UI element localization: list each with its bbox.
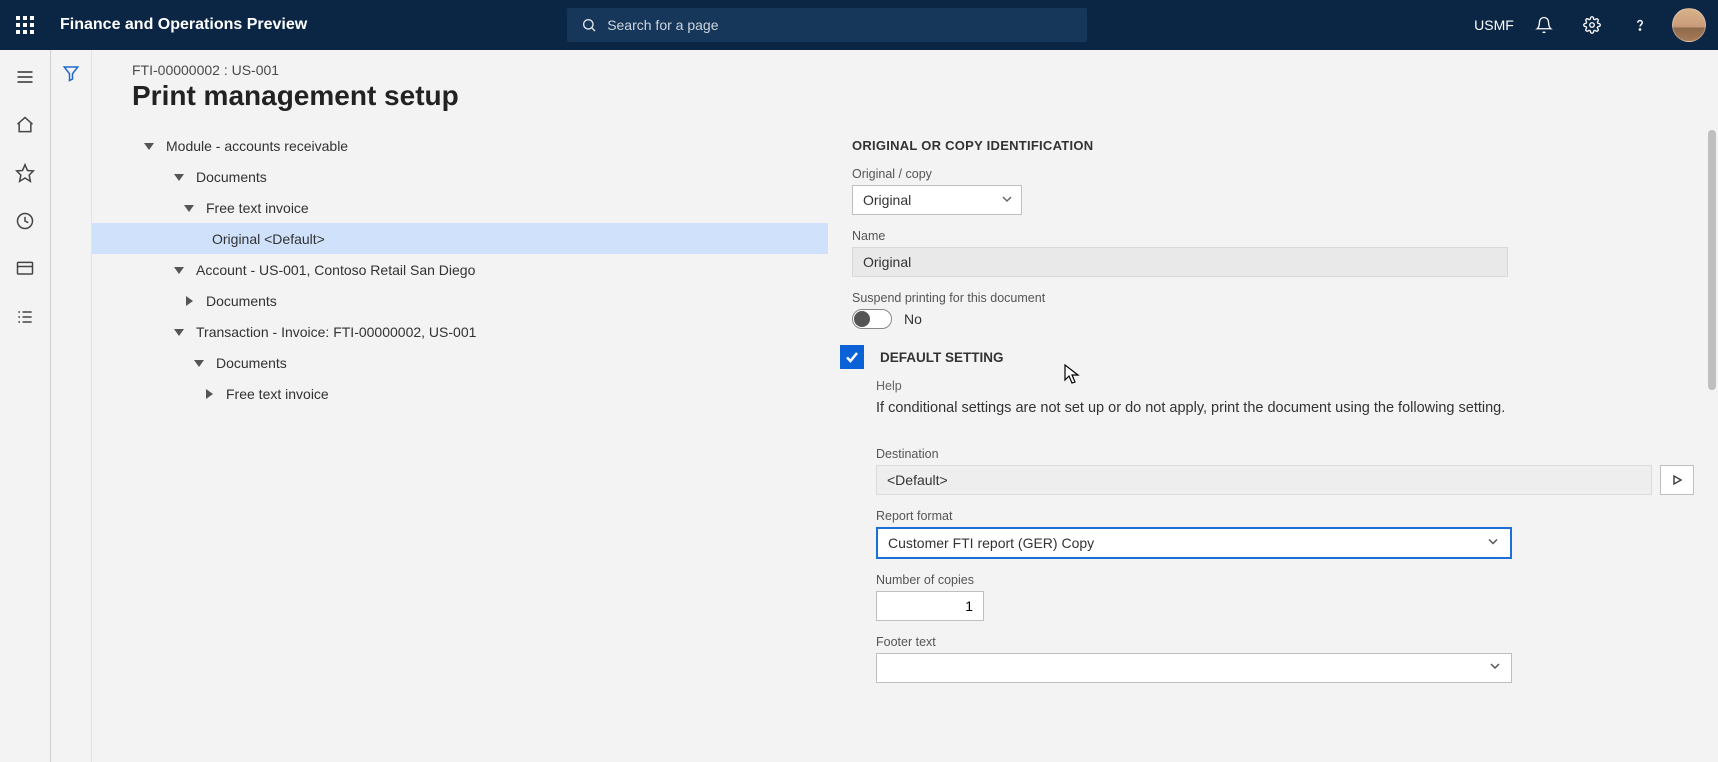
- tree-label: Documents: [206, 293, 277, 309]
- original-copy-label: Original / copy: [852, 167, 1694, 181]
- tree-node-module[interactable]: Module - accounts receivable: [92, 130, 828, 161]
- footer-label: Footer text: [876, 635, 1694, 649]
- suspend-toggle[interactable]: [852, 309, 892, 329]
- tree-label: Transaction - Invoice: FTI-00000002, US-…: [196, 324, 476, 340]
- company-selector[interactable]: USMF: [1472, 0, 1520, 50]
- tree-node-transaction-documents[interactable]: Documents: [92, 347, 828, 378]
- tree-view: Module - accounts receivable Documents F…: [92, 120, 828, 762]
- breadcrumb: FTI-00000002 : US-001: [132, 62, 1718, 78]
- destination-configure-button[interactable]: [1660, 465, 1694, 495]
- form-panel: ORIGINAL OR COPY IDENTIFICATION Original…: [828, 120, 1718, 762]
- chevron-down-icon: [1489, 659, 1501, 677]
- user-avatar[interactable]: [1672, 8, 1706, 42]
- caret-down-icon: [172, 327, 186, 337]
- search-box[interactable]: [567, 8, 1087, 42]
- clock-icon: [15, 211, 35, 231]
- hamburger-icon: [15, 67, 35, 87]
- help-label: Help: [876, 379, 1694, 393]
- caret-down-icon: [182, 203, 196, 213]
- caret-down-icon: [172, 172, 186, 182]
- original-copy-value: Original: [863, 192, 911, 208]
- help-text: If conditional settings are not set up o…: [876, 399, 1694, 419]
- tree-node-transaction-free-text-invoice[interactable]: Free text invoice: [92, 378, 828, 409]
- filter-pane-toggle[interactable]: [50, 50, 92, 762]
- report-format-select[interactable]: Customer FTI report (GER) Copy: [876, 527, 1512, 559]
- tree-node-account[interactable]: Account - US-001, Contoso Retail San Die…: [92, 254, 828, 285]
- search-input[interactable]: [607, 17, 1073, 33]
- chevron-down-icon: [1001, 192, 1013, 208]
- app-launcher-button[interactable]: [0, 0, 50, 50]
- tree-node-documents[interactable]: Documents: [92, 161, 828, 192]
- destination-label: Destination: [876, 447, 1694, 461]
- caret-down-icon: [192, 358, 206, 368]
- tree-label: Free text invoice: [206, 200, 309, 216]
- star-icon: [15, 163, 35, 183]
- tree-label: Documents: [196, 169, 267, 185]
- report-format-value: Customer FTI report (GER) Copy: [888, 535, 1094, 551]
- home-icon: [15, 115, 35, 135]
- nav-favorites-button[interactable]: [14, 162, 36, 184]
- name-label: Name: [852, 229, 1694, 243]
- nav-menu-button[interactable]: [14, 66, 36, 88]
- caret-down-icon: [142, 141, 156, 151]
- nav-recent-button[interactable]: [14, 210, 36, 232]
- caret-right-icon: [182, 296, 196, 306]
- tree-label: Module - accounts receivable: [166, 138, 348, 154]
- caret-down-icon: [172, 265, 186, 275]
- play-icon: [1671, 474, 1683, 486]
- suspend-value: No: [904, 311, 922, 327]
- nav-rail: [0, 50, 50, 762]
- check-icon: [844, 349, 860, 365]
- tree-node-account-documents[interactable]: Documents: [92, 285, 828, 316]
- nav-workspaces-button[interactable]: [14, 258, 36, 280]
- default-setting-title: DEFAULT SETTING: [880, 350, 1004, 365]
- tree-node-original-default[interactable]: Original <Default>: [92, 223, 828, 254]
- default-setting-checkbox[interactable]: [840, 345, 864, 369]
- copies-label: Number of copies: [876, 573, 1694, 587]
- nav-modules-button[interactable]: [14, 306, 36, 328]
- suspend-label: Suspend printing for this document: [852, 291, 1694, 305]
- app-title: Finance and Operations Preview: [60, 16, 307, 34]
- tree-label: Documents: [216, 355, 287, 371]
- gear-icon: [1583, 16, 1601, 34]
- section-original-copy-title: ORIGINAL OR COPY IDENTIFICATION: [852, 138, 1694, 153]
- bell-icon: [1535, 16, 1553, 34]
- destination-field: [876, 465, 1652, 495]
- scrollbar[interactable]: [1708, 130, 1716, 390]
- page-title: Print management setup: [132, 80, 1718, 112]
- tree-label: Free text invoice: [226, 386, 329, 402]
- original-copy-select[interactable]: Original: [852, 185, 1022, 215]
- filter-icon: [62, 64, 80, 82]
- question-icon: [1631, 16, 1649, 34]
- tree-label: Original <Default>: [212, 231, 325, 247]
- help-button[interactable]: [1616, 0, 1664, 50]
- settings-button[interactable]: [1568, 0, 1616, 50]
- copies-input[interactable]: [876, 591, 984, 621]
- name-field: [852, 247, 1508, 277]
- tree-label: Account - US-001, Contoso Retail San Die…: [196, 262, 475, 278]
- report-format-label: Report format: [876, 509, 1694, 523]
- chevron-down-icon: [1486, 534, 1500, 551]
- nav-home-button[interactable]: [14, 114, 36, 136]
- caret-right-icon: [202, 389, 216, 399]
- workspace-icon: [15, 259, 35, 279]
- notifications-button[interactable]: [1520, 0, 1568, 50]
- tree-node-transaction[interactable]: Transaction - Invoice: FTI-00000002, US-…: [92, 316, 828, 347]
- footer-text-select[interactable]: [876, 653, 1512, 683]
- modules-icon: [15, 307, 35, 327]
- tree-node-free-text-invoice[interactable]: Free text invoice: [92, 192, 828, 223]
- search-icon: [581, 17, 597, 33]
- top-bar: Finance and Operations Preview USMF: [0, 0, 1718, 50]
